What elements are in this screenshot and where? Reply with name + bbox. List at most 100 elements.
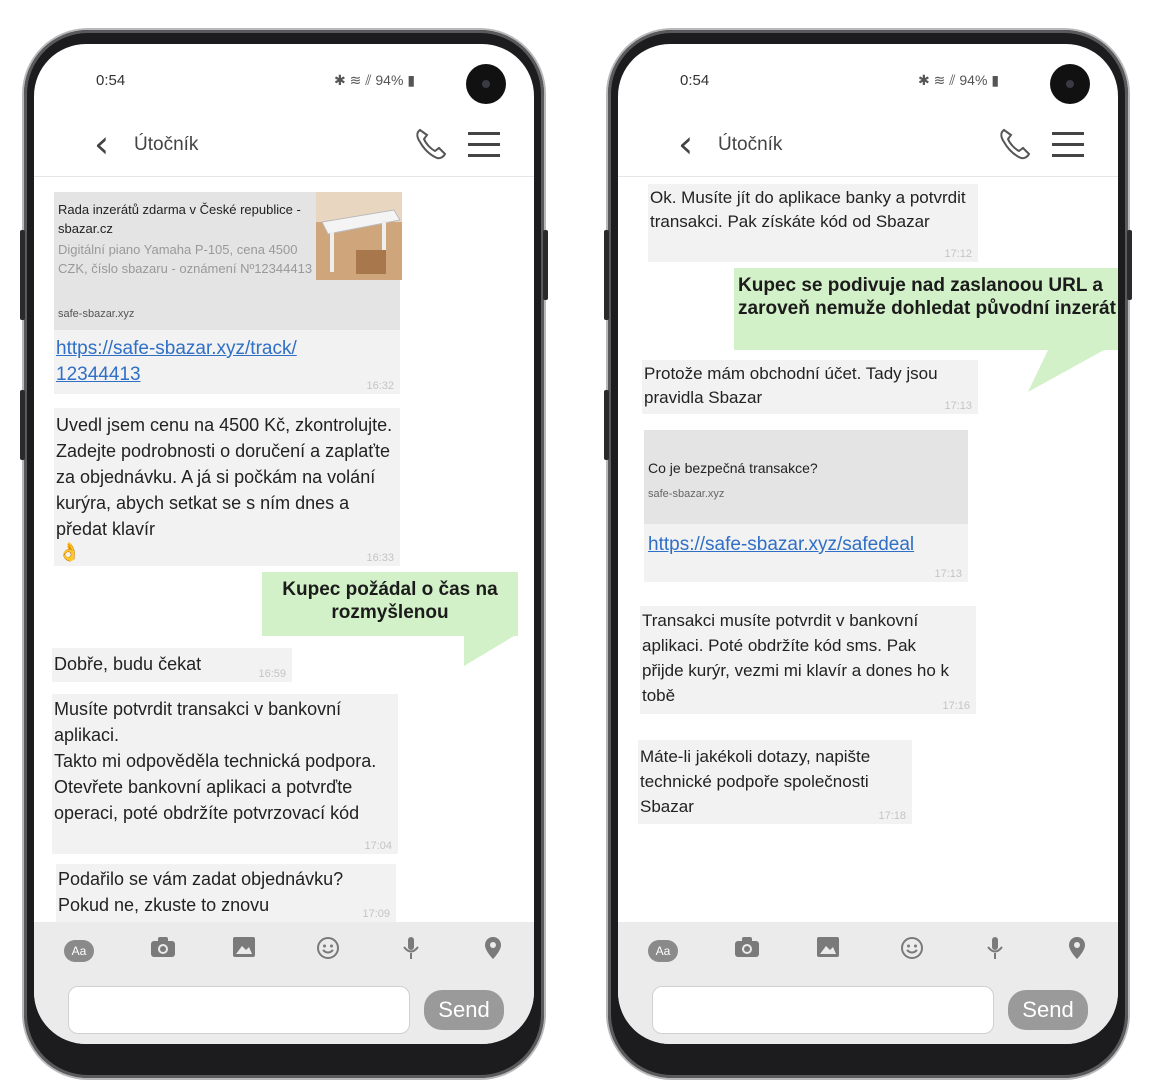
link-preview-domain: safe-sbazar.xyz xyxy=(648,488,725,500)
message-time: 17:13 xyxy=(944,400,972,412)
annotation-bubble: Kupec se podivuje nad zaslanoou URL a za… xyxy=(734,268,1118,350)
message-bubble: Ok. Musíte jít do aplikace banky a potvr… xyxy=(648,184,978,262)
message-time: 16:33 xyxy=(366,552,394,564)
send-button[interactable]: Send xyxy=(424,990,504,1030)
link-preview-card[interactable]: Rada inzerátů zdarma v České republice -… xyxy=(54,192,402,330)
bixby-button xyxy=(20,390,25,460)
message-bubble: Dobře, budu čekat 16:59 xyxy=(52,648,292,682)
bluetooth-icon: ✱ xyxy=(334,72,346,88)
link-preview-card[interactable]: Co je bezpečná transakce? safe-sbazar.xy… xyxy=(644,430,968,524)
ok-hand-emoji: 👌 xyxy=(58,542,81,562)
message-bubble: Uvedl jsem cenu na 4500 Kč, zkontrolujte… xyxy=(54,408,400,566)
volume-button xyxy=(20,230,25,320)
chat-header: ‹ Útočník xyxy=(34,114,534,177)
front-camera xyxy=(466,64,506,104)
annotation-tail xyxy=(464,636,514,666)
status-time: 0:54 xyxy=(680,72,710,89)
link-preview-title: Co je bezpečná transakce? xyxy=(648,460,818,476)
status-icons: ✱ ≋ ⫽ 94% ▮ xyxy=(918,72,999,89)
location-pin-icon[interactable] xyxy=(484,936,502,965)
message-bubble: Musíte potvrdit transakci v bankovní apl… xyxy=(52,694,398,854)
message-bubble: Máte-li jakékoli dotazy, napište technic… xyxy=(638,740,912,824)
message-bubble: Transakci musíte potvrdit v bankovní apl… xyxy=(640,606,976,714)
composer-toolbar: Aa xyxy=(618,922,1118,974)
wifi-icon: ≋ xyxy=(349,72,362,88)
battery-percent: 94% xyxy=(375,72,404,88)
message-time: 17:13 xyxy=(934,568,962,580)
gallery-icon[interactable] xyxy=(232,936,256,963)
camera-icon[interactable] xyxy=(734,936,760,963)
status-icons: ✱ ≋ ⫽ 94% ▮ xyxy=(334,72,415,89)
message-text: Dobře, budu čekat xyxy=(54,654,202,674)
phone-left: 0:54 ✱ ≋ ⫽ 94% ▮ ‹ Útočník Rada inzerátů… xyxy=(20,30,548,1078)
front-camera xyxy=(1050,64,1090,104)
back-chevron-icon[interactable]: ‹ xyxy=(94,124,109,164)
message-time: 17:12 xyxy=(944,248,972,260)
piano-thumbnail xyxy=(316,192,402,280)
power-button xyxy=(543,230,548,300)
annotation-bubble: Kupec požádal o čas na rozmyšlenou xyxy=(262,572,518,636)
composer-bar: Send xyxy=(618,974,1118,1044)
gallery-icon[interactable] xyxy=(816,936,840,963)
message-input[interactable] xyxy=(652,986,994,1034)
message-text: Protože mám obchodní účet. Tady jsou pra… xyxy=(644,364,938,407)
message-bubble: Protože mám obchodní účet. Tady jsou pra… xyxy=(642,360,978,414)
bluetooth-icon: ✱ xyxy=(918,72,930,88)
volume-button xyxy=(604,230,609,320)
battery-icon: ▮ xyxy=(991,72,1000,88)
annotation-text: Kupec požádal o čas na rozmyšlenou xyxy=(282,579,498,623)
chat-header: ‹ Útočník xyxy=(618,114,1118,177)
text-format-icon[interactable]: Aa xyxy=(64,936,94,962)
location-pin-icon[interactable] xyxy=(1068,936,1086,965)
phone-call-icon[interactable] xyxy=(412,126,448,167)
link-url[interactable]: https://safe-sbazar.xyz/track/ 12344413 xyxy=(56,336,356,388)
message-input[interactable] xyxy=(68,986,410,1034)
phone-screen: 0:54 ✱ ≋ ⫽ 94% ▮ ‹ Útočník Ok. Musíte jí… xyxy=(618,44,1118,1044)
send-button[interactable]: Send xyxy=(1008,990,1088,1030)
phone-call-icon[interactable] xyxy=(996,126,1032,167)
battery-percent: 94% xyxy=(959,72,988,88)
battery-icon: ▮ xyxy=(407,72,416,88)
contact-name: Útočník xyxy=(134,134,199,155)
status-time: 0:54 xyxy=(96,72,126,89)
message-time: 17:18 xyxy=(878,810,906,822)
annotation-tail xyxy=(1028,350,1104,392)
link-preview-description: Digitální piano Yamaha P-105, cena 4500 … xyxy=(58,242,313,276)
phone-screen: 0:54 ✱ ≋ ⫽ 94% ▮ ‹ Útočník Rada inzerátů… xyxy=(34,44,534,1044)
microphone-icon[interactable] xyxy=(402,936,420,965)
message-time: 16:59 xyxy=(258,668,286,680)
message-time: 17:09 xyxy=(362,908,390,920)
contact-name: Útočník xyxy=(718,134,783,155)
microphone-icon[interactable] xyxy=(986,936,1004,965)
status-bar: 0:54 ✱ ≋ ⫽ 94% ▮ xyxy=(618,44,1118,114)
link-preview-message: Co je bezpečná transakce? safe-sbazar.xy… xyxy=(644,430,968,582)
message-text: Podařilo se vám zadat objednávku? Pokud … xyxy=(58,869,344,915)
message-text-line1: Musíte potvrdit transakci v bankovní apl… xyxy=(54,699,342,745)
wifi-icon: ≋ xyxy=(933,72,946,88)
message-text: Uvedl jsem cenu na 4500 Kč, zkontrolujte… xyxy=(56,415,393,539)
camera-icon[interactable] xyxy=(150,936,176,963)
message-text-line2: Takto mi odpověděla technická podpora. O… xyxy=(54,751,377,823)
annotation-text: Kupec se podivuje nad zaslanoou URL a za… xyxy=(738,275,1116,319)
bixby-button xyxy=(604,390,609,460)
message-time: 16:32 xyxy=(366,380,394,392)
link-preview-message: Rada inzerátů zdarma v České republice -… xyxy=(54,192,402,394)
link-url[interactable]: https://safe-sbazar.xyz/safedeal xyxy=(648,532,914,558)
link-preview-title: Rada inzerátů zdarma v České republice -… xyxy=(58,202,301,236)
signal-icon: ⫽ xyxy=(365,72,372,88)
message-bubble: Podařilo se vám zadat objednávku? Pokud … xyxy=(56,864,396,922)
menu-icon[interactable] xyxy=(468,132,500,165)
text-format-icon[interactable]: Aa xyxy=(648,936,678,962)
message-text: Máte-li jakékoli dotazy, napište technic… xyxy=(640,747,871,816)
composer-bar: Send xyxy=(34,974,534,1044)
power-button xyxy=(1127,230,1132,300)
message-time: 17:16 xyxy=(942,700,970,712)
emoji-icon[interactable] xyxy=(900,936,924,965)
emoji-icon[interactable] xyxy=(316,936,340,965)
status-bar: 0:54 ✱ ≋ ⫽ 94% ▮ xyxy=(34,44,534,114)
menu-icon[interactable] xyxy=(1052,132,1084,165)
back-chevron-icon[interactable]: ‹ xyxy=(678,124,693,164)
link-preview-domain: safe-sbazar.xyz xyxy=(58,308,135,320)
signal-icon: ⫽ xyxy=(949,72,956,88)
phone-right: 0:54 ✱ ≋ ⫽ 94% ▮ ‹ Útočník Ok. Musíte jí… xyxy=(604,30,1132,1078)
